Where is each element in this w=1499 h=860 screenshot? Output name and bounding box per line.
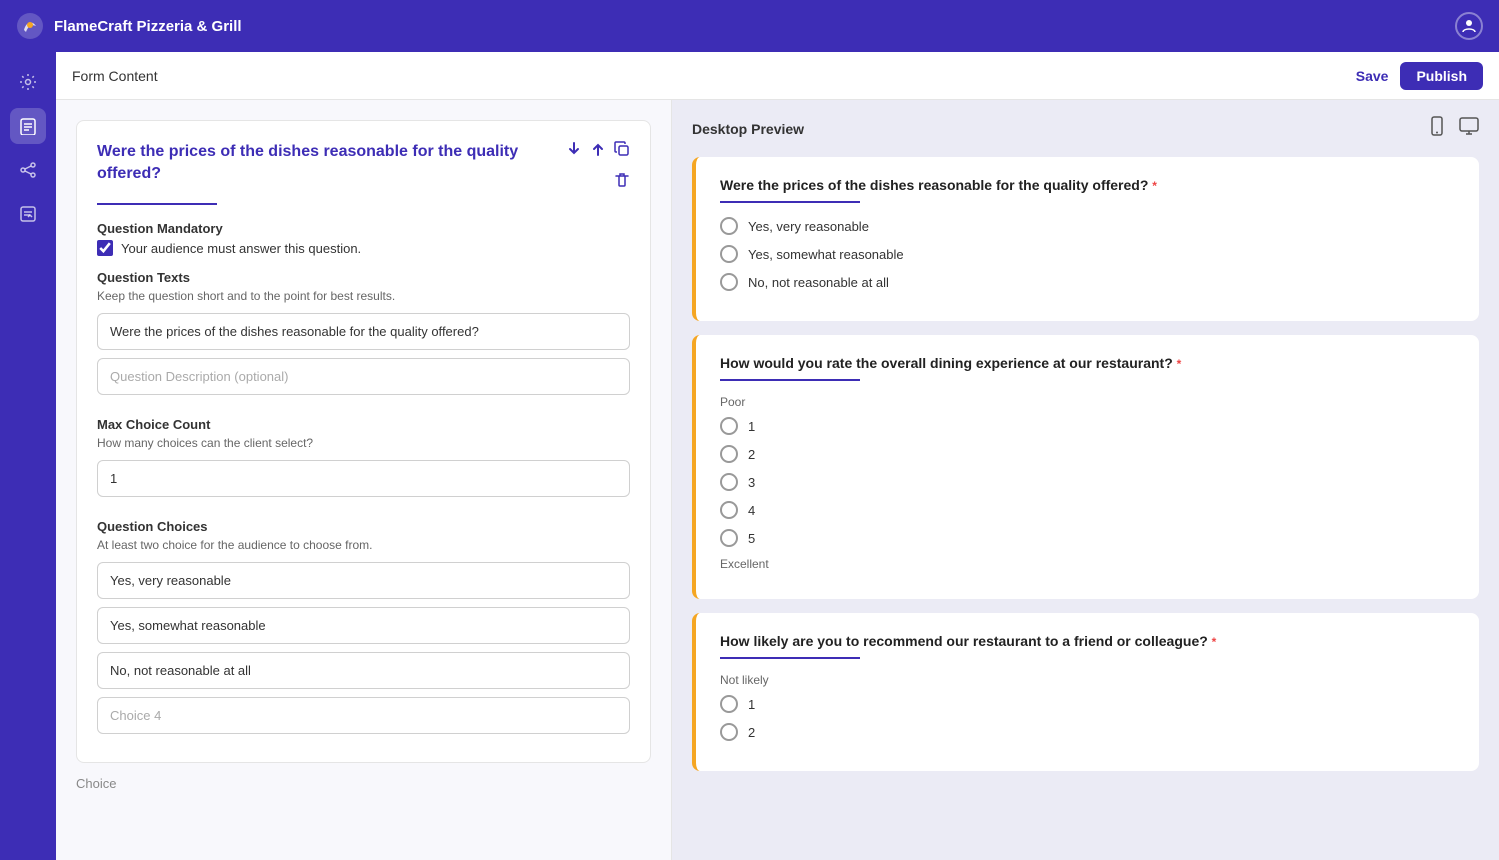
preview-card-q3: How likely are you to recommend our rest… [692,613,1479,771]
move-up-icon[interactable] [590,141,606,160]
form-header-title: Form Content [72,68,158,84]
app-title: FlameCraft Pizzeria & Grill [54,18,242,35]
question-divider [97,203,217,205]
choices-label: Question Choices [97,519,630,534]
user-avatar[interactable] [1455,12,1483,40]
preview-q2-option-4: 4 [720,501,1455,519]
delete-icon[interactable] [614,172,630,191]
preview-q2-scale-high: Excellent [720,557,1455,571]
mandatory-checkbox-label: Your audience must answer this question. [121,241,361,256]
preview-title: Desktop Preview [692,121,804,137]
sidebar-item-forms[interactable] [10,108,46,144]
choice-1-input[interactable] [97,562,630,599]
max-choice-input[interactable] [97,460,630,497]
question-texts-label: Question Texts [97,270,630,285]
mandatory-checkbox-row: Your audience must answer this question. [97,240,630,256]
topnav: FlameCraft Pizzeria & Grill [0,0,1499,52]
radio-q1-1[interactable] [720,217,738,235]
max-choice-label: Max Choice Count [97,417,630,432]
bottom-choice-label: Choice [76,776,116,791]
radio-q3-1[interactable] [720,695,738,713]
preview-q2-option-5: 5 [720,529,1455,547]
app-logo [16,12,44,40]
duplicate-icon[interactable] [614,141,630,160]
panels: Were the prices of the dishes reasonable… [56,100,1499,860]
preview-q3-text: How likely are you to recommend our rest… [720,633,1455,649]
radio-q2-2[interactable] [720,445,738,463]
desktop-preview-icon[interactable] [1459,116,1479,141]
question-actions-row1 [566,141,630,160]
preview-q2-option-2: 2 [720,445,1455,463]
question-card: Were the prices of the dishes reasonable… [76,120,651,763]
main-layout: Form Content Save Publish Were the price… [0,52,1499,860]
form-header-actions: Save Publish [1356,62,1483,90]
radio-q2-3[interactable] [720,473,738,491]
radio-q2-1[interactable] [720,417,738,435]
radio-q1-3[interactable] [720,273,738,291]
form-header: Form Content Save Publish [56,52,1499,100]
topnav-left: FlameCraft Pizzeria & Grill [16,12,242,40]
radio-q2-5[interactable] [720,529,738,547]
sidebar-item-share[interactable] [10,152,46,188]
preview-q3-option-2: 2 [720,723,1455,741]
publish-button[interactable]: Publish [1400,62,1483,90]
preview-header: Desktop Preview [692,116,1479,141]
max-choice-desc: How many choices can the client select? [97,436,630,450]
preview-q3-scale-low: Not likely [720,673,1455,687]
preview-icons [1427,116,1479,141]
radio-q1-2[interactable] [720,245,738,263]
content-area: Form Content Save Publish Were the price… [56,52,1499,860]
required-star-q1: * [1152,179,1157,193]
choices-desc: At least two choice for the audience to … [97,538,630,552]
radio-q2-4[interactable] [720,501,738,519]
question-texts-desc: Keep the question short and to the point… [97,289,630,303]
move-down-icon[interactable] [566,141,582,160]
mandatory-checkbox[interactable] [97,240,113,256]
preview-q2-divider [720,379,860,381]
preview-q3-divider [720,657,860,659]
required-star-q3: * [1212,635,1217,649]
preview-card-q2: How would you rate the overall dining ex… [692,335,1479,599]
radio-q3-2[interactable] [720,723,738,741]
save-button[interactable]: Save [1356,62,1389,90]
choice-3-input[interactable] [97,652,630,689]
preview-q3-option-1: 1 [720,695,1455,713]
sidebar-item-results[interactable] [10,196,46,232]
preview-q1-text: Were the prices of the dishes reasonable… [720,177,1455,193]
right-panel: Desktop Preview Were the prices of the d… [672,100,1499,860]
choice-2-input[interactable] [97,607,630,644]
mobile-preview-icon[interactable] [1427,116,1447,141]
preview-q1-option-3: No, not reasonable at all [720,273,1455,291]
mandatory-label: Question Mandatory [97,221,630,236]
sidebar-item-settings[interactable] [10,64,46,100]
preview-q2-option-3: 3 [720,473,1455,491]
choice-4-input[interactable] [97,697,630,734]
preview-card-q1: Were the prices of the dishes reasonable… [692,157,1479,321]
left-panel: Were the prices of the dishes reasonable… [56,100,672,860]
preview-q1-option-2: Yes, somewhat reasonable [720,245,1455,263]
preview-q2-option-1: 1 [720,417,1455,435]
question-actions [566,141,630,191]
question-text-input[interactable] [97,313,630,350]
preview-q2-scale-low: Poor [720,395,1455,409]
required-star-q2: * [1177,357,1182,371]
preview-q1-divider [720,201,860,203]
preview-q1-option-1: Yes, very reasonable [720,217,1455,235]
question-desc-input[interactable] [97,358,630,395]
sidebar [0,52,56,860]
question-title: Were the prices of the dishes reasonable… [97,141,566,186]
question-title-row: Were the prices of the dishes reasonable… [97,141,630,191]
preview-q2-text: How would you rate the overall dining ex… [720,355,1455,371]
